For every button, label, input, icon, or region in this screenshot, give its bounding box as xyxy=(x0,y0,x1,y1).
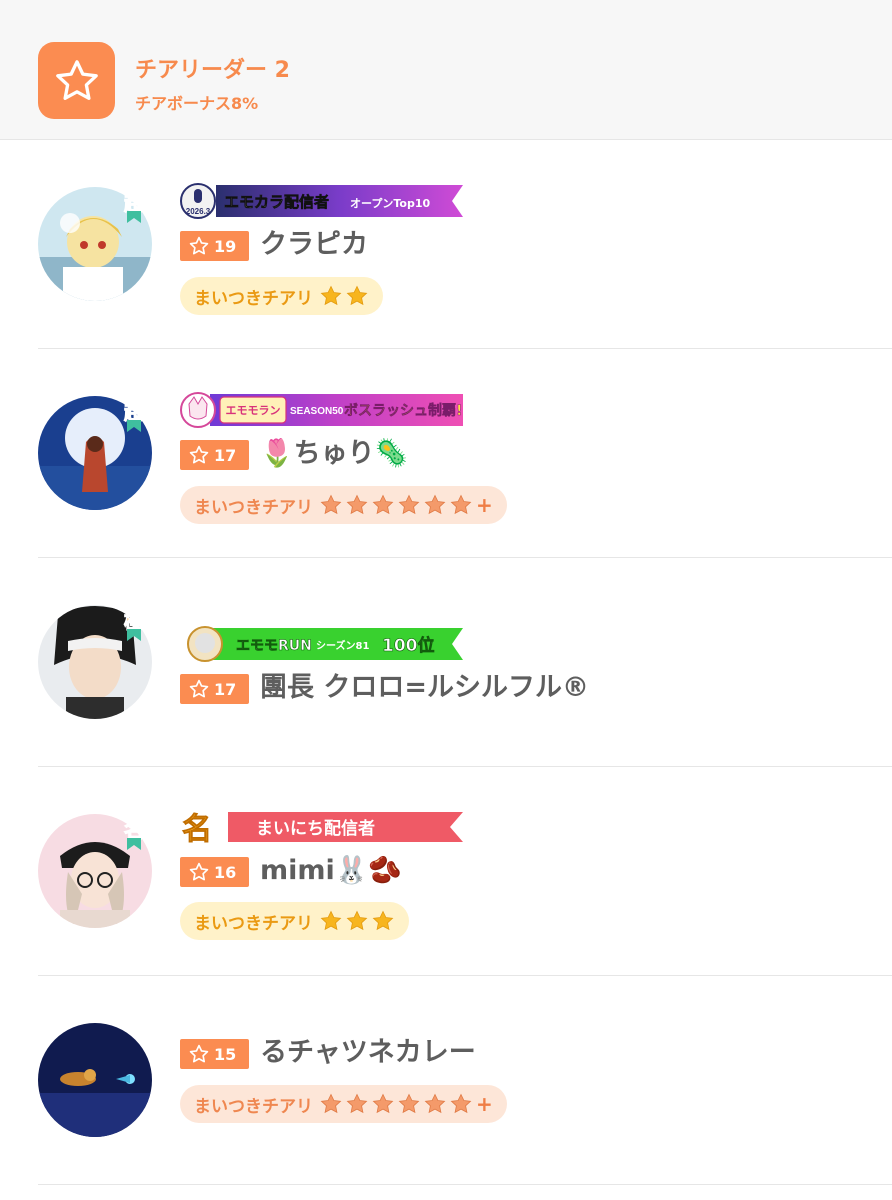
svg-text:まいにち配信者: まいにち配信者 xyxy=(256,818,375,839)
user-row[interactable]: 超 エモモラン SEASON50 ボスラッシュ制覇! 17 🌷ちゅり🦠 まいつき… xyxy=(38,350,892,558)
score-tag: 19 xyxy=(180,231,249,261)
monthly-cheer-badge: まいつきチアリ xyxy=(180,902,409,940)
user-name[interactable]: 🌷ちゅり🦠 xyxy=(260,436,408,472)
svg-text:オープンTop10: オープンTop10 xyxy=(350,196,430,210)
user-row[interactable]: 15 るチャツネカレー まいつきチアリ + xyxy=(38,977,892,1185)
star-icon xyxy=(398,494,420,515)
star-icon xyxy=(320,910,342,931)
star-outline-icon xyxy=(189,1044,209,1063)
svg-text:エモモラン: エモモラン xyxy=(226,404,281,417)
star-icon xyxy=(424,494,446,515)
rank-badge: 超 xyxy=(119,396,149,434)
cheer-bonus-text: チアボーナス8% xyxy=(135,94,259,113)
star-icon xyxy=(346,285,368,306)
monthly-cheer-badge: まいつきチアリ + xyxy=(180,486,507,524)
user-name[interactable]: クラピカ xyxy=(260,227,368,263)
star-icon xyxy=(346,494,368,515)
user-name[interactable]: るチャツネカレー xyxy=(260,1035,476,1071)
star-icon xyxy=(55,59,98,100)
star-icon xyxy=(320,1093,342,1114)
user-name[interactable]: 團長 クロロ=ルシルフル® xyxy=(260,670,589,706)
star-outline-icon xyxy=(189,862,209,881)
cheer-star-tile xyxy=(38,42,115,119)
rank-badge: 極 xyxy=(119,605,149,643)
star-outline-icon xyxy=(189,679,209,698)
cheer-leader-title: チアリーダー 2 xyxy=(135,58,290,83)
avatar[interactable] xyxy=(38,1023,152,1137)
user-name[interactable]: mimi🐰🫘 xyxy=(260,853,402,889)
rank-badge: 名 xyxy=(119,814,149,852)
star-outline-icon xyxy=(189,236,209,255)
user-row[interactable]: 極 エモモRUN シーズン81 100位 17 團長 クロロ=ルシルフル® xyxy=(38,559,892,767)
svg-text:名: 名 xyxy=(182,812,212,844)
badge-stars xyxy=(319,909,395,933)
user-row[interactable]: 名 名 まいにち配信者 16 mimi🐰🫘 まいつきチアリ xyxy=(38,768,892,976)
badge-stars: + xyxy=(319,493,493,517)
star-icon xyxy=(320,285,342,306)
star-icon xyxy=(372,910,394,931)
rank-badge: 超 xyxy=(119,187,149,225)
star-icon xyxy=(450,494,472,515)
star-icon xyxy=(346,1093,368,1114)
star-icon xyxy=(398,1093,420,1114)
svg-text:2026.3: 2026.3 xyxy=(186,207,211,216)
svg-text:ボスラッシュ制覇!: ボスラッシュ制覇! xyxy=(344,402,462,419)
svg-text:エモモRUN: エモモRUN xyxy=(236,638,312,654)
score-tag: 16 xyxy=(180,857,249,887)
star-icon xyxy=(372,494,394,515)
score-tag: 17 xyxy=(180,674,249,704)
svg-text:エモカラ配信者: エモカラ配信者 xyxy=(224,193,329,211)
star-icon xyxy=(346,910,368,931)
event-banner: 名 まいにち配信者 xyxy=(182,812,463,844)
event-banner: 2026.3 エモカラ配信者 オープンTop10 xyxy=(180,183,463,219)
star-icon xyxy=(424,1093,446,1114)
svg-text:シーズン81: シーズン81 xyxy=(316,639,369,652)
user-row[interactable]: 超 2026.3 エモカラ配信者 オープンTop10 19 クラピカ まいつきチ… xyxy=(38,141,892,349)
cheer-leader-header: チアリーダー 2 チアボーナス8% xyxy=(0,0,892,140)
monthly-cheer-badge: まいつきチアリ xyxy=(180,277,383,315)
monthly-cheer-badge: まいつきチアリ + xyxy=(180,1085,507,1123)
star-icon xyxy=(450,1093,472,1114)
event-banner: エモモラン SEASON50 ボスラッシュ制覇! xyxy=(180,392,463,428)
svg-text:100位: 100位 xyxy=(382,635,435,656)
plus-icon: + xyxy=(476,493,493,517)
score-tag: 17 xyxy=(180,440,249,470)
star-outline-icon xyxy=(189,445,209,464)
star-icon xyxy=(372,1093,394,1114)
svg-text:SEASON50: SEASON50 xyxy=(290,406,344,417)
plus-icon: + xyxy=(476,1092,493,1116)
badge-stars: + xyxy=(319,1092,493,1116)
score-tag: 15 xyxy=(180,1039,249,1069)
event-banner: エモモRUN シーズン81 100位 xyxy=(187,626,463,662)
star-icon xyxy=(320,494,342,515)
badge-stars xyxy=(319,284,369,308)
